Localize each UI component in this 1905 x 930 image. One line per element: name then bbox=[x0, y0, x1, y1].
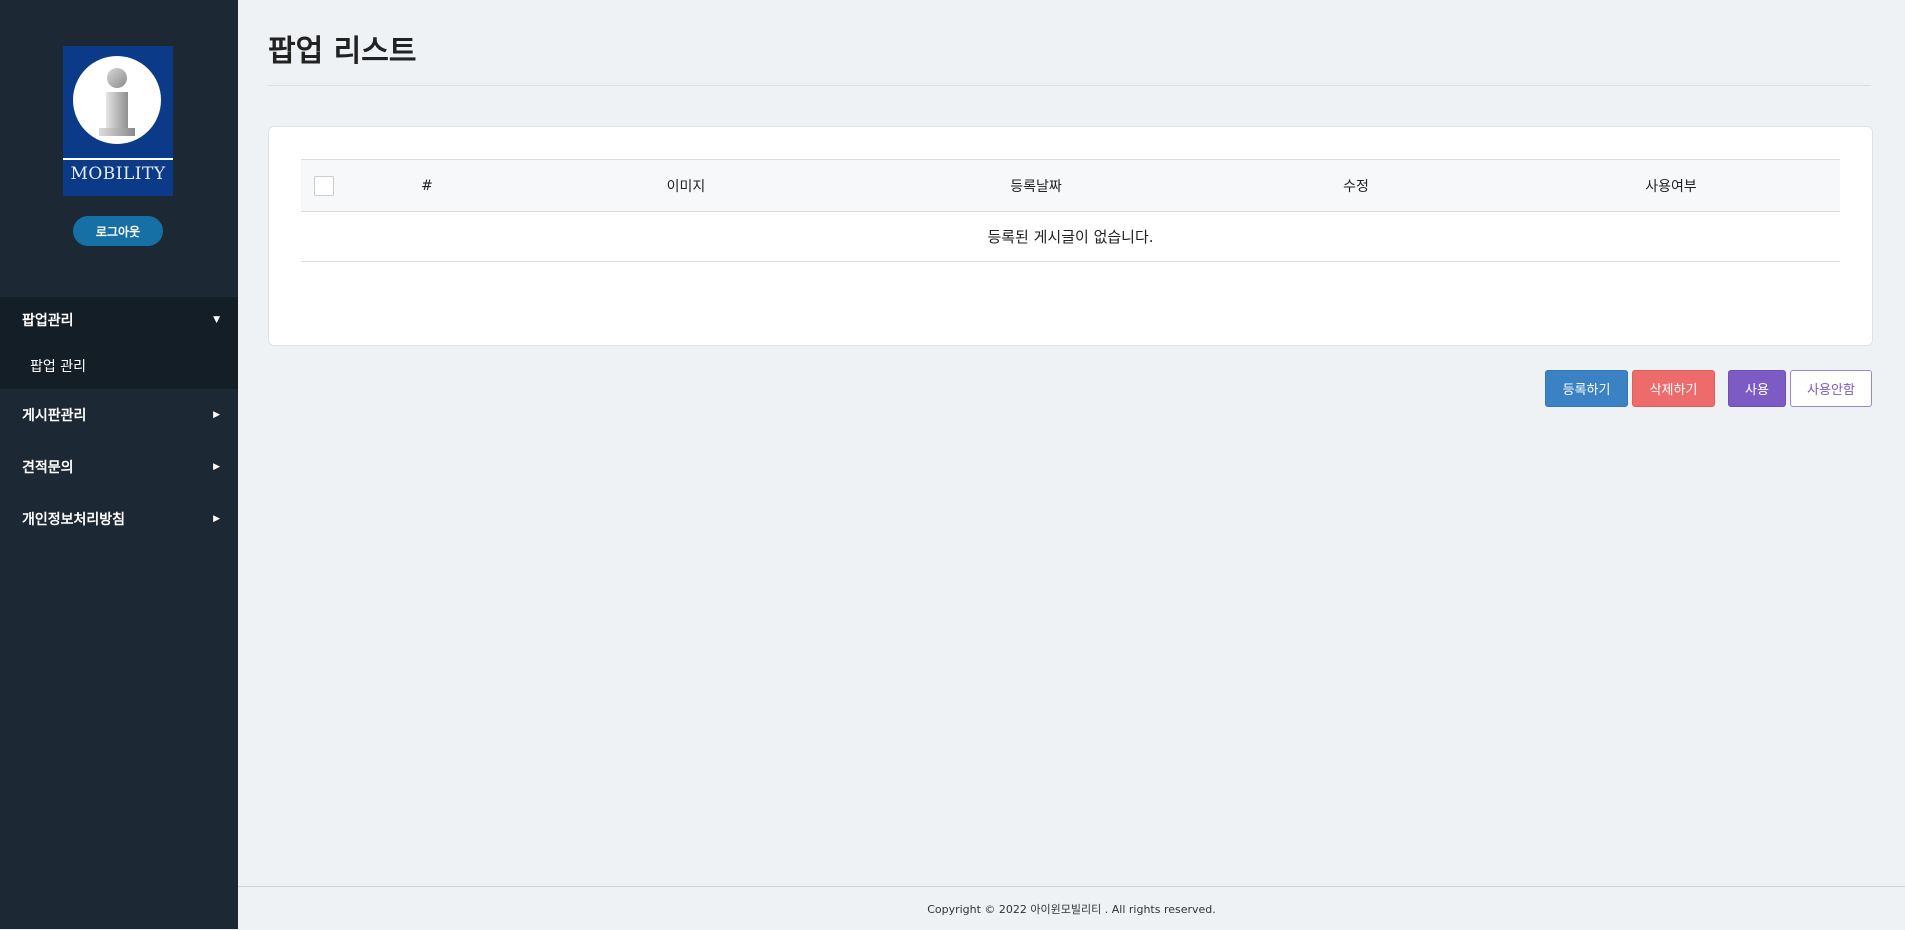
column-header-edit: 수정 bbox=[1343, 178, 1369, 195]
title-divider bbox=[268, 85, 1871, 86]
nav-item-label: 게시판관리 bbox=[22, 408, 87, 424]
column-header-image: 이미지 bbox=[666, 178, 706, 195]
sidebar: MOBILITY 로그아웃 팝업관리 ▼ 팝업 관리 게시판관리 ▶ 견적문의 … bbox=[0, 0, 238, 929]
main-content: 팝업 리스트 # 이미지 등록날짜 수정 사용여부 등록된 게시글이 없습니다.… bbox=[238, 0, 1905, 929]
nav-item-popup-management[interactable]: 팝업관리 ▼ bbox=[0, 297, 238, 343]
column-header-number: # bbox=[421, 177, 433, 194]
caret-down-icon: ▼ bbox=[213, 315, 220, 325]
caret-right-icon: ▶ bbox=[213, 410, 220, 420]
sidebar-nav: 팝업관리 ▼ 팝업 관리 게시판관리 ▶ 견적문의 ▶ 개인정보처리방침 ▶ bbox=[0, 297, 238, 545]
copyright-text: Copyright © 2022 아이윈모빌리티 . All rights re… bbox=[927, 902, 1216, 916]
select-all-cell bbox=[301, 160, 337, 211]
popup-list-card: # 이미지 등록날짜 수정 사용여부 등록된 게시글이 없습니다. bbox=[268, 126, 1873, 346]
empty-table-message: 등록된 게시글이 없습니다. bbox=[301, 212, 1840, 262]
nav-group-board: 게시판관리 ▶ bbox=[0, 389, 238, 441]
page-title: 팝업 리스트 bbox=[268, 34, 417, 69]
logo-text: MOBILITY bbox=[70, 164, 166, 184]
brand-logo[interactable]: MOBILITY bbox=[63, 46, 173, 196]
popup-table: # 이미지 등록날짜 수정 사용여부 등록된 게시글이 없습니다. bbox=[301, 159, 1840, 262]
caret-right-icon: ▶ bbox=[213, 514, 220, 524]
nav-item-label: 개인정보처리방침 bbox=[22, 512, 126, 528]
column-header-status: 사용여부 bbox=[1645, 178, 1697, 195]
logo-i-dot bbox=[107, 68, 127, 88]
nav-group-estimate: 견적문의 ▶ bbox=[0, 441, 238, 493]
logo-circle bbox=[73, 56, 161, 144]
logo-divider bbox=[63, 158, 173, 160]
table-header-row: # 이미지 등록날짜 수정 사용여부 bbox=[301, 159, 1840, 212]
logo-i-base bbox=[99, 128, 135, 136]
nav-item-label: 견적문의 bbox=[22, 460, 74, 476]
footer: Copyright © 2022 아이윈모빌리티 . All rights re… bbox=[238, 886, 1905, 930]
register-button[interactable]: 등록하기 bbox=[1545, 370, 1628, 407]
nav-group-popup: 팝업관리 ▼ 팝업 관리 bbox=[0, 297, 238, 389]
nav-group-privacy: 개인정보처리방침 ▶ bbox=[0, 493, 238, 545]
nav-item-label: 팝업관리 bbox=[22, 313, 74, 329]
caret-right-icon: ▶ bbox=[213, 462, 220, 472]
nav-item-estimate-inquiry[interactable]: 견적문의 ▶ bbox=[0, 441, 238, 493]
enable-button[interactable]: 사용 bbox=[1728, 370, 1786, 407]
delete-button[interactable]: 삭제하기 bbox=[1632, 370, 1715, 407]
nav-subitem-popup[interactable]: 팝업 관리 bbox=[0, 343, 238, 389]
select-all-checkbox[interactable] bbox=[314, 175, 334, 196]
logout-button[interactable]: 로그아웃 bbox=[73, 216, 163, 246]
nav-item-privacy-policy[interactable]: 개인정보처리방침 ▶ bbox=[0, 493, 238, 545]
column-header-date: 등록날짜 bbox=[1010, 178, 1062, 195]
disable-button[interactable]: 사용안함 bbox=[1790, 370, 1872, 407]
nav-item-board-management[interactable]: 게시판관리 ▶ bbox=[0, 389, 238, 441]
nav-subitem-label: 팝업 관리 bbox=[30, 359, 86, 375]
